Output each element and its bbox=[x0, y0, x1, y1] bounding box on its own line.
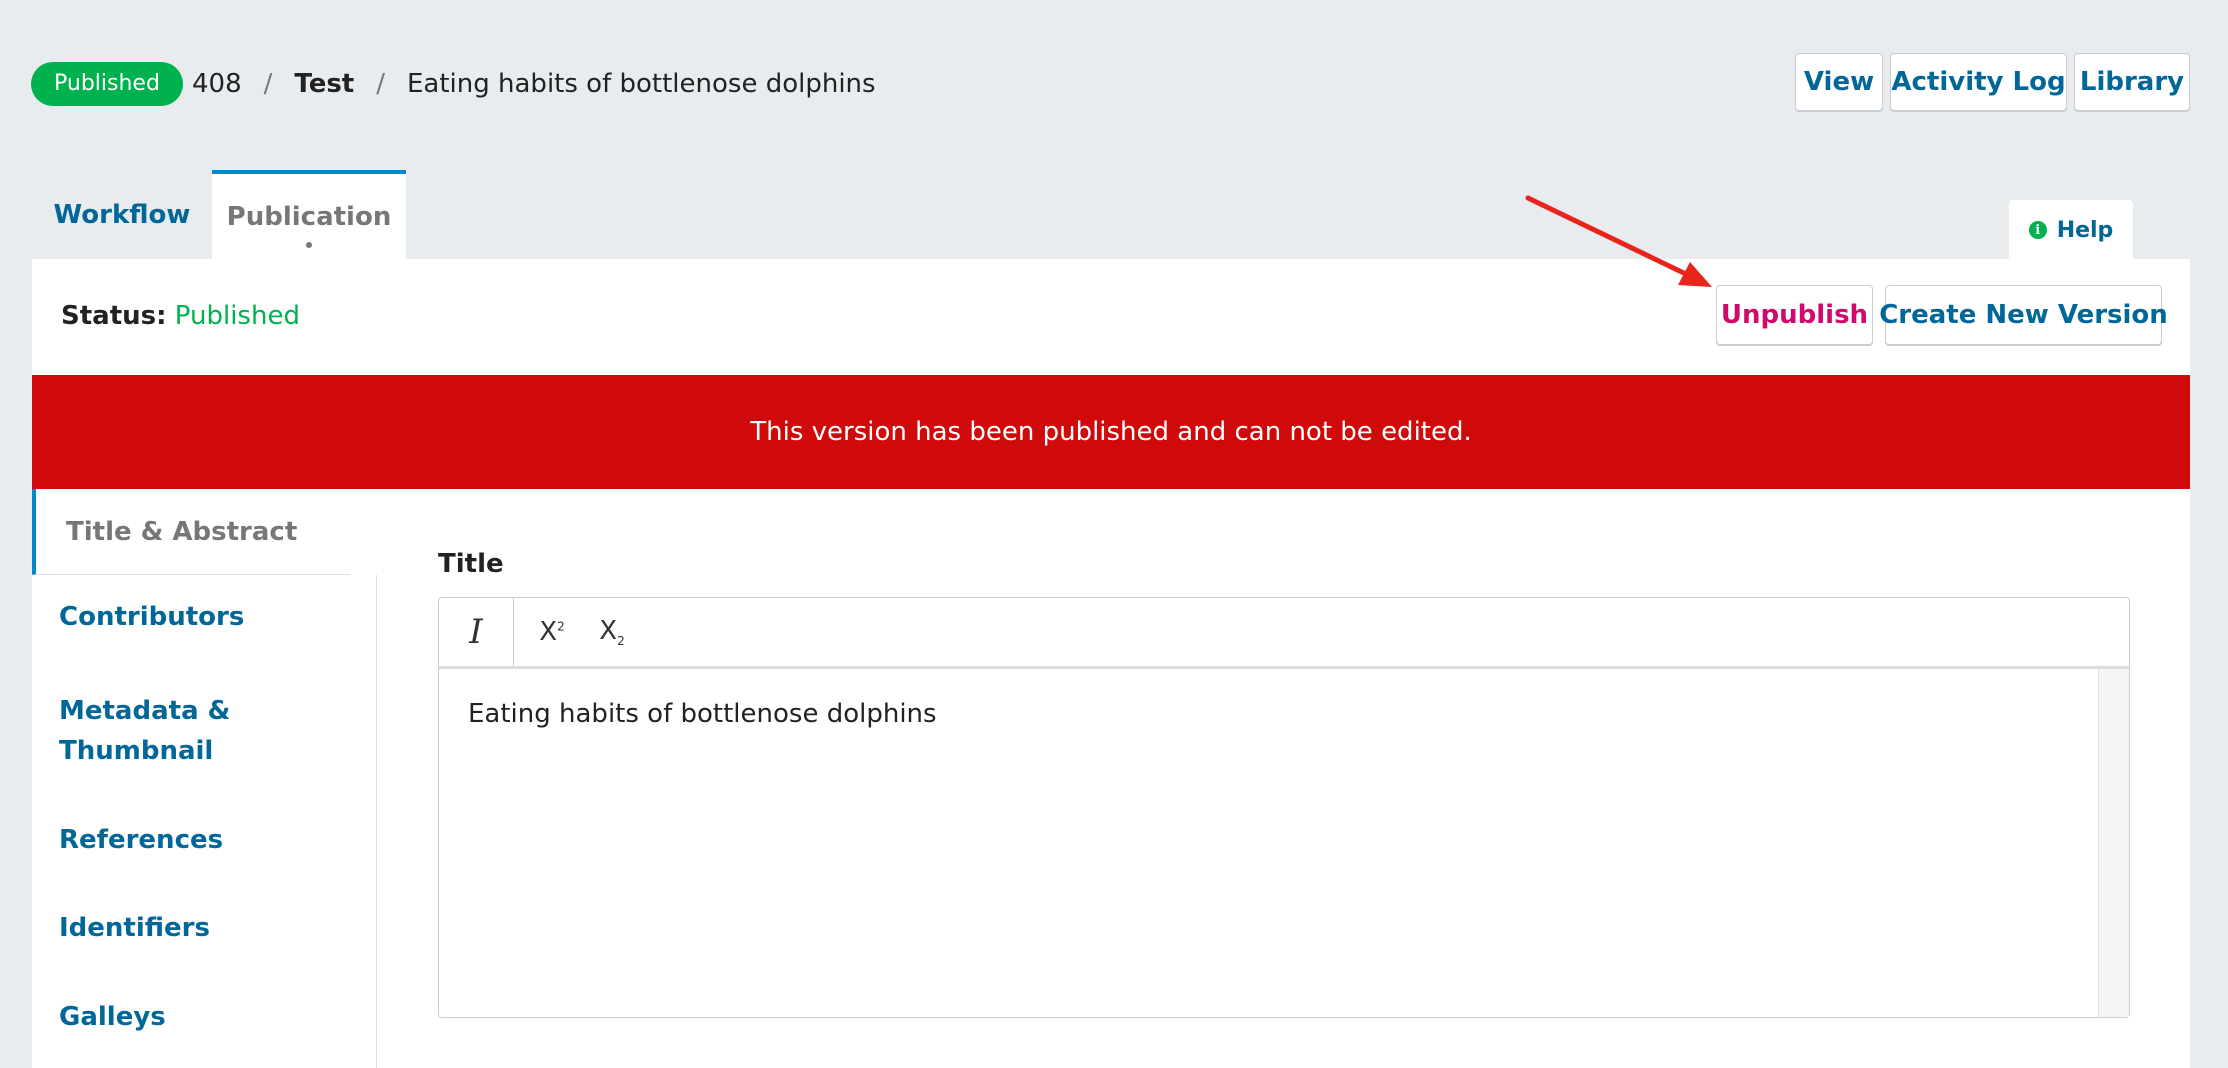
annotation-arrow-icon bbox=[1525, 195, 1712, 287]
